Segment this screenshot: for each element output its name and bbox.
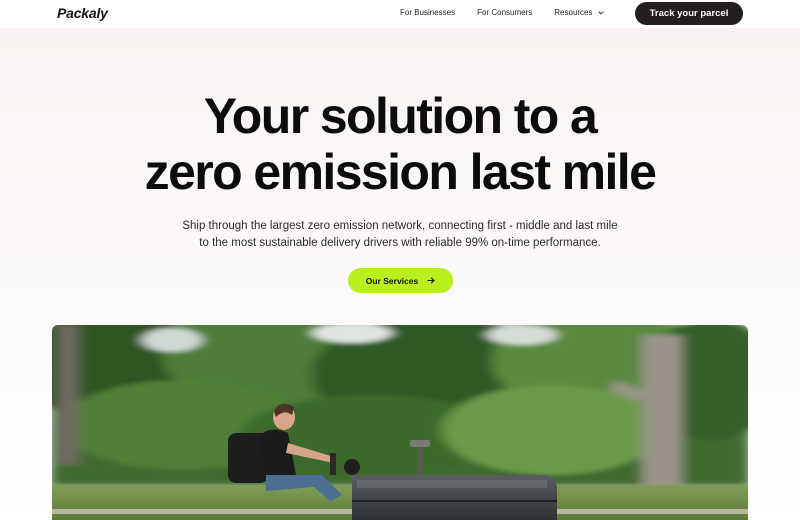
hero-subtitle-line-2: to the most sustainable delivery drivers… (199, 237, 601, 249)
chevron-down-icon (597, 10, 604, 17)
hero-title-line-1: Your solution to a (203, 88, 598, 144)
track-parcel-label: Track your parcel (649, 8, 729, 19)
nav-item-label: Resources (554, 8, 593, 17)
nav-item-for-businesses[interactable]: For Businesses (400, 8, 455, 17)
top-navbar: Packaly For Businesses For Consumers Res… (0, 0, 800, 28)
hero-photo-rider-on-cargo-bike (52, 325, 748, 520)
our-services-button[interactable]: Our Services (348, 268, 453, 293)
hero-subtitle-line-1: Ship through the largest zero emission n… (182, 220, 618, 232)
hero-title: Your solution to a zero emission last mi… (0, 88, 800, 200)
nav-item-resources[interactable]: Resources (554, 8, 604, 17)
nav-item-for-consumers[interactable]: For Consumers (477, 8, 532, 17)
nav-item-label: For Consumers (477, 8, 533, 17)
hero-subtitle: Ship through the largest zero emission n… (0, 218, 800, 252)
hero-title-line-2: zero emission last mile (144, 144, 657, 200)
brand-logo[interactable]: Packaly (57, 5, 108, 21)
arrow-right-icon (427, 276, 436, 286)
nav-item-label: For Businesses (400, 8, 456, 17)
our-services-label: Our Services (365, 275, 419, 286)
main-nav: For Businesses For Consumers Resources (400, 8, 626, 17)
track-parcel-button[interactable]: Track your parcel (635, 2, 743, 25)
page: Packaly For Businesses For Consumers Res… (0, 0, 800, 520)
